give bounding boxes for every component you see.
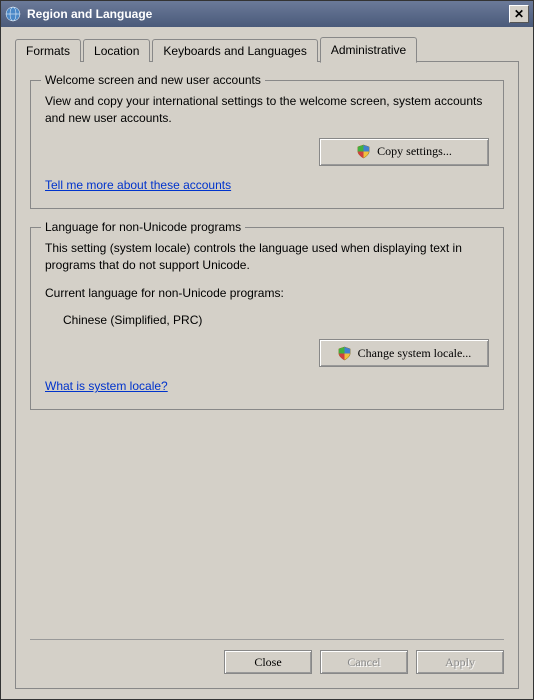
close-icon: ✕ xyxy=(514,7,524,21)
tab-panel-administrative: Welcome screen and new user accounts Vie… xyxy=(15,61,519,689)
apply-button: Apply xyxy=(416,650,504,674)
tab-location[interactable]: Location xyxy=(83,39,150,62)
group-title: Language for non-Unicode programs xyxy=(41,220,245,234)
welcome-screen-group: Welcome screen and new user accounts Vie… xyxy=(30,80,504,209)
button-label: Copy settings... xyxy=(377,144,452,159)
window-title: Region and Language xyxy=(27,7,509,21)
what-is-system-locale-link[interactable]: What is system locale? xyxy=(45,379,168,393)
current-language-value: Chinese (Simplified, PRC) xyxy=(63,312,489,329)
close-button[interactable]: Close xyxy=(224,650,312,674)
change-system-locale-button[interactable]: Change system locale... xyxy=(319,339,489,367)
group-title: Welcome screen and new user accounts xyxy=(41,73,265,87)
welcome-screen-desc: View and copy your international setting… xyxy=(45,93,489,128)
globe-icon xyxy=(5,6,21,22)
tab-label: Location xyxy=(94,44,139,58)
current-language-label: Current language for non-Unicode program… xyxy=(45,285,489,302)
close-window-button[interactable]: ✕ xyxy=(509,5,529,23)
tab-keyboards[interactable]: Keyboards and Languages xyxy=(152,39,317,62)
non-unicode-group: Language for non-Unicode programs This s… xyxy=(30,227,504,411)
non-unicode-desc: This setting (system locale) controls th… xyxy=(45,240,489,275)
content-area: Formats Location Keyboards and Languages… xyxy=(1,27,533,699)
cancel-button: Cancel xyxy=(320,650,408,674)
tab-formats[interactable]: Formats xyxy=(15,39,81,62)
tab-label: Formats xyxy=(26,44,70,58)
titlebar: Region and Language ✕ xyxy=(1,1,533,27)
copy-settings-button[interactable]: Copy settings... xyxy=(319,138,489,166)
button-label: Change system locale... xyxy=(358,346,472,361)
dialog-button-bar: Close Cancel Apply xyxy=(30,639,504,674)
tab-label: Keyboards and Languages xyxy=(163,44,306,58)
tab-label: Administrative xyxy=(331,43,406,57)
tab-strip: Formats Location Keyboards and Languages… xyxy=(15,37,519,62)
tell-me-more-link[interactable]: Tell me more about these accounts xyxy=(45,178,231,192)
uac-shield-icon xyxy=(356,144,371,159)
tab-administrative[interactable]: Administrative xyxy=(320,37,417,63)
uac-shield-icon xyxy=(337,346,352,361)
